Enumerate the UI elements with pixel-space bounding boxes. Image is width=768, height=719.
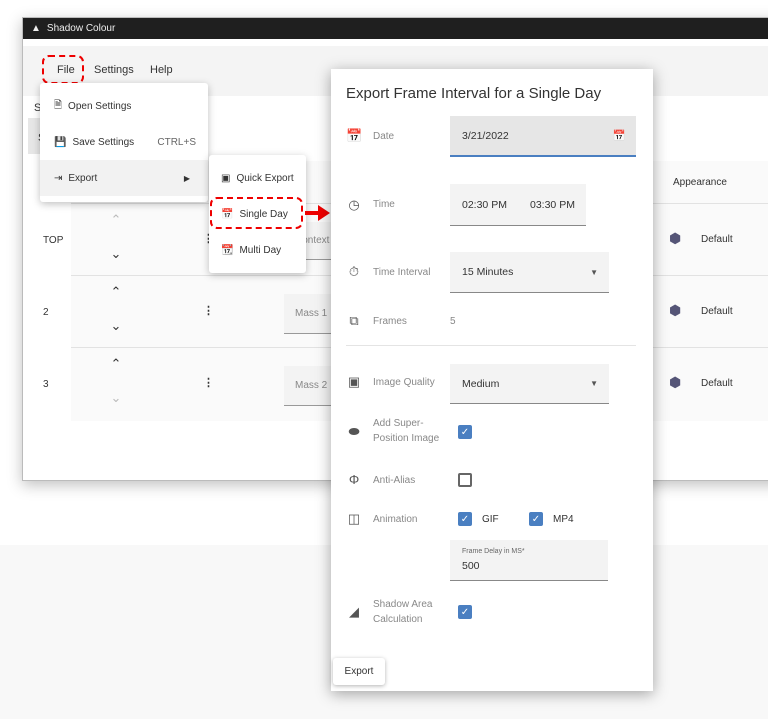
row-order: TOP: [43, 235, 64, 246]
move-up-icon[interactable]: ⌃: [106, 356, 126, 372]
start-time-value: 02:30 PM: [462, 198, 507, 211]
start-time-input[interactable]: 02:30 PM: [450, 184, 518, 226]
shadow-area-label: Calculation: [373, 614, 423, 625]
superposition-label: Position Image: [373, 433, 440, 444]
menu-item-quick-export[interactable]: ▣ Quick Export: [209, 160, 306, 196]
date-label: Date: [373, 131, 395, 142]
more-options-icon[interactable]: ⋮: [203, 304, 214, 317]
image-icon: ▣: [347, 374, 361, 389]
dialog-title: Export Frame Interval for a Single Day: [346, 85, 602, 102]
dropdown-arrow-icon: ▼: [590, 267, 598, 277]
file-highlight: [42, 55, 84, 84]
move-down-icon[interactable]: ⌄: [106, 246, 126, 262]
frames-label: Frames: [373, 316, 407, 327]
superposition-icon: ⬬: [348, 424, 360, 439]
menu-item-open-settings[interactable]: 🗎 Open Settings: [40, 88, 208, 124]
interval-select[interactable]: 15 Minutes ▼: [450, 252, 609, 293]
save-icon: 💾: [54, 136, 67, 148]
dropdown-arrow-icon: ▼: [590, 379, 598, 388]
clock-icon: ◷: [348, 197, 360, 212]
menu-settings[interactable]: Settings: [94, 64, 134, 76]
appearance-value: Default: [701, 306, 733, 317]
layer-name: Mass 2: [295, 380, 328, 391]
export-button[interactable]: Export: [333, 658, 385, 685]
gif-checkbox[interactable]: ✓: [458, 512, 472, 526]
export-dialog: Export Frame Interval for a Single Day 📅…: [331, 69, 653, 691]
shortcut-label: CTRL+S: [157, 136, 196, 148]
menu-item-label: Save Settings: [72, 136, 135, 148]
app-logo-icon: ▲: [31, 23, 41, 34]
shadow-area-icon: ◢: [349, 604, 359, 619]
file-icon: 🗎: [54, 99, 63, 111]
gif-label: GIF: [482, 514, 499, 525]
image-icon: ▣: [221, 172, 231, 184]
menu-item-label: Multi Day: [239, 244, 282, 256]
cube-icon[interactable]: ⬢: [669, 302, 681, 319]
end-time-input[interactable]: 03:30 PM: [518, 184, 586, 226]
interval-label: Time Interval: [373, 267, 431, 278]
animation-label: Animation: [373, 514, 418, 525]
anti-alias-icon: Φ: [348, 472, 360, 487]
arrow-shaft: [305, 211, 319, 215]
calendar-icon: 📅: [346, 128, 363, 143]
more-options-icon[interactable]: ⋮: [203, 376, 214, 389]
file-menu: 🗎 Open Settings 💾 Save Settings CTRL+S ⇥ Exp…: [40, 83, 208, 202]
quality-label: Image Quality: [373, 377, 435, 388]
date-value: 3/21/2022: [462, 129, 509, 142]
quality-value: Medium: [462, 377, 500, 390]
quality-select[interactable]: Medium ▼: [450, 364, 609, 404]
column-header-appearance: Appearance: [673, 177, 727, 188]
date-picker-icon[interactable]: 📅: [613, 129, 626, 142]
appearance-value: Default: [701, 378, 733, 389]
frame-delay-input[interactable]: Frame Delay in MS* 500: [450, 540, 608, 581]
export-icon: ⇥: [54, 172, 63, 184]
layer-name: Mass 1: [295, 308, 328, 319]
shadow-area-label: Shadow Area: [373, 599, 433, 610]
cube-icon[interactable]: ⬢: [669, 230, 681, 247]
menu-help[interactable]: Help: [150, 64, 173, 76]
menu-item-label: Open Settings: [68, 100, 132, 112]
appearance-value: Default: [701, 234, 733, 245]
move-up-icon[interactable]: ⌃: [106, 212, 126, 228]
row-order: 3: [43, 379, 49, 390]
superposition-label: Add Super-: [373, 418, 424, 429]
menu-item-label: Export: [68, 172, 98, 184]
move-down-icon[interactable]: ⌄: [106, 318, 126, 334]
anti-alias-label: Anti-Alias: [373, 475, 416, 486]
single-day-highlight: [210, 197, 303, 229]
submenu-arrow-icon: ▶: [183, 173, 190, 183]
menu-item-multi-day[interactable]: 📆 Multi Day: [209, 232, 306, 268]
video-camera-icon: ◫: [347, 511, 361, 526]
move-up-icon[interactable]: ⌃: [106, 284, 126, 300]
mp4-label: MP4: [553, 514, 574, 525]
frames-value: 5: [450, 316, 456, 327]
menu-item-label: Quick Export: [236, 172, 294, 184]
menu-item-export[interactable]: ⇥ Export ▶: [40, 160, 208, 196]
window-title: Shadow Colour: [46, 23, 116, 34]
superposition-checkbox[interactable]: ✓: [458, 425, 472, 439]
frames-icon: ⧉: [349, 313, 359, 328]
anti-alias-checkbox[interactable]: [458, 473, 472, 487]
move-down-icon[interactable]: ⌄: [106, 390, 126, 406]
divider: [346, 345, 636, 346]
menu-item-save-settings[interactable]: 💾 Save Settings CTRL+S: [40, 124, 208, 160]
arrow-head-icon: [318, 205, 330, 221]
title-bar: ▲ Shadow Colour: [23, 18, 768, 39]
end-time-value: 03:30 PM: [530, 198, 575, 211]
interval-value: 15 Minutes: [462, 266, 514, 278]
row-order: 2: [43, 307, 49, 318]
frame-delay-value: 500: [462, 560, 480, 572]
shadow-area-checkbox[interactable]: ✓: [458, 605, 472, 619]
cube-icon[interactable]: ⬢: [669, 374, 681, 391]
frame-delay-label: Frame Delay in MS*: [462, 548, 525, 555]
mp4-checkbox[interactable]: ✓: [529, 512, 543, 526]
time-label: Time: [373, 199, 395, 210]
calendar-multi-icon: 📆: [221, 244, 234, 256]
date-input[interactable]: 3/21/2022 📅: [450, 116, 636, 157]
timer-icon: ⏱: [348, 264, 360, 279]
